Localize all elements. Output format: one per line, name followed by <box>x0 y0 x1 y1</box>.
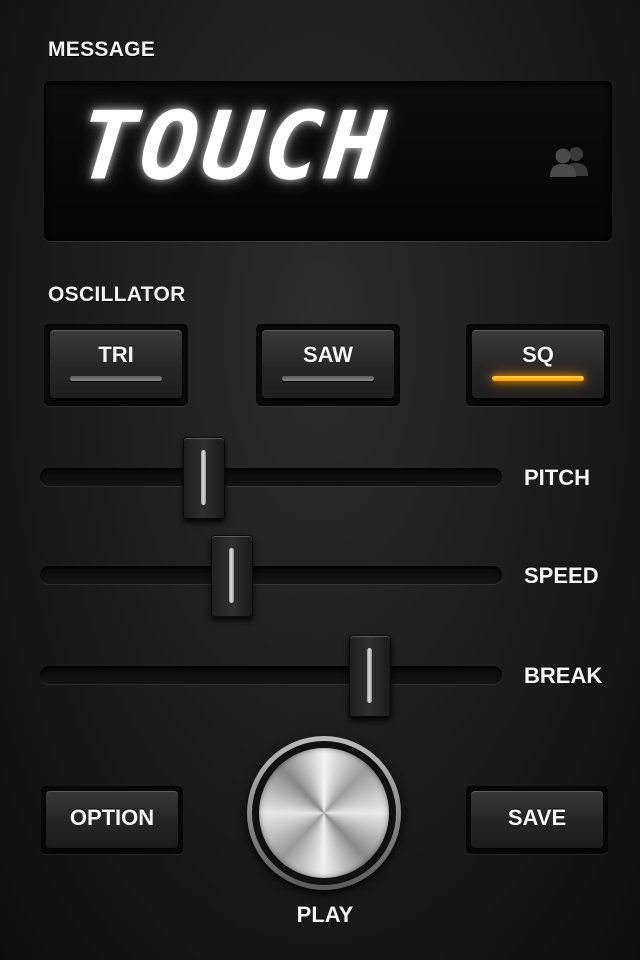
button-label: SAW <box>302 342 354 367</box>
play-knob <box>259 748 389 878</box>
pitch-slider-track[interactable] <box>40 468 502 486</box>
speed-slider-thumb[interactable] <box>211 535 253 617</box>
save-button-label: SAVE <box>507 805 567 830</box>
oscillator-section-label: OSCILLATOR <box>48 283 186 306</box>
message-section-label: MESSAGE <box>48 38 156 61</box>
oscillator-saw-button[interactable]: SAW <box>256 324 400 406</box>
indicator-light <box>282 376 374 381</box>
thumb-grip <box>229 548 234 603</box>
speed-label: SPEED <box>524 563 599 588</box>
option-button[interactable]: OPTION <box>41 786 183 854</box>
option-button-label: OPTION <box>69 805 155 830</box>
speed-slider-track[interactable] <box>40 566 502 584</box>
oscillator-sq-button[interactable]: SQ <box>466 324 610 406</box>
save-button[interactable]: SAVE <box>466 786 608 854</box>
button-label: SQ <box>522 342 554 367</box>
message-display-text: TOUCH <box>73 91 394 201</box>
users-icon[interactable] <box>549 144 591 178</box>
oscillator-tri-button[interactable]: TRI <box>44 324 188 406</box>
pitch-label: PITCH <box>524 465 590 490</box>
indicator-light <box>70 376 162 381</box>
play-label: PLAY <box>296 902 354 927</box>
thumb-grip <box>367 648 372 703</box>
button-label: TRI <box>98 342 134 367</box>
message-display[interactable]: TOUCH <box>44 81 612 241</box>
play-button[interactable] <box>247 736 401 890</box>
thumb-grip <box>201 450 206 505</box>
pitch-slider-thumb[interactable] <box>183 437 225 519</box>
break-label: BREAK <box>524 663 603 688</box>
break-slider-track[interactable] <box>40 666 502 684</box>
break-slider-thumb[interactable] <box>349 635 391 717</box>
indicator-light-active <box>492 376 584 381</box>
